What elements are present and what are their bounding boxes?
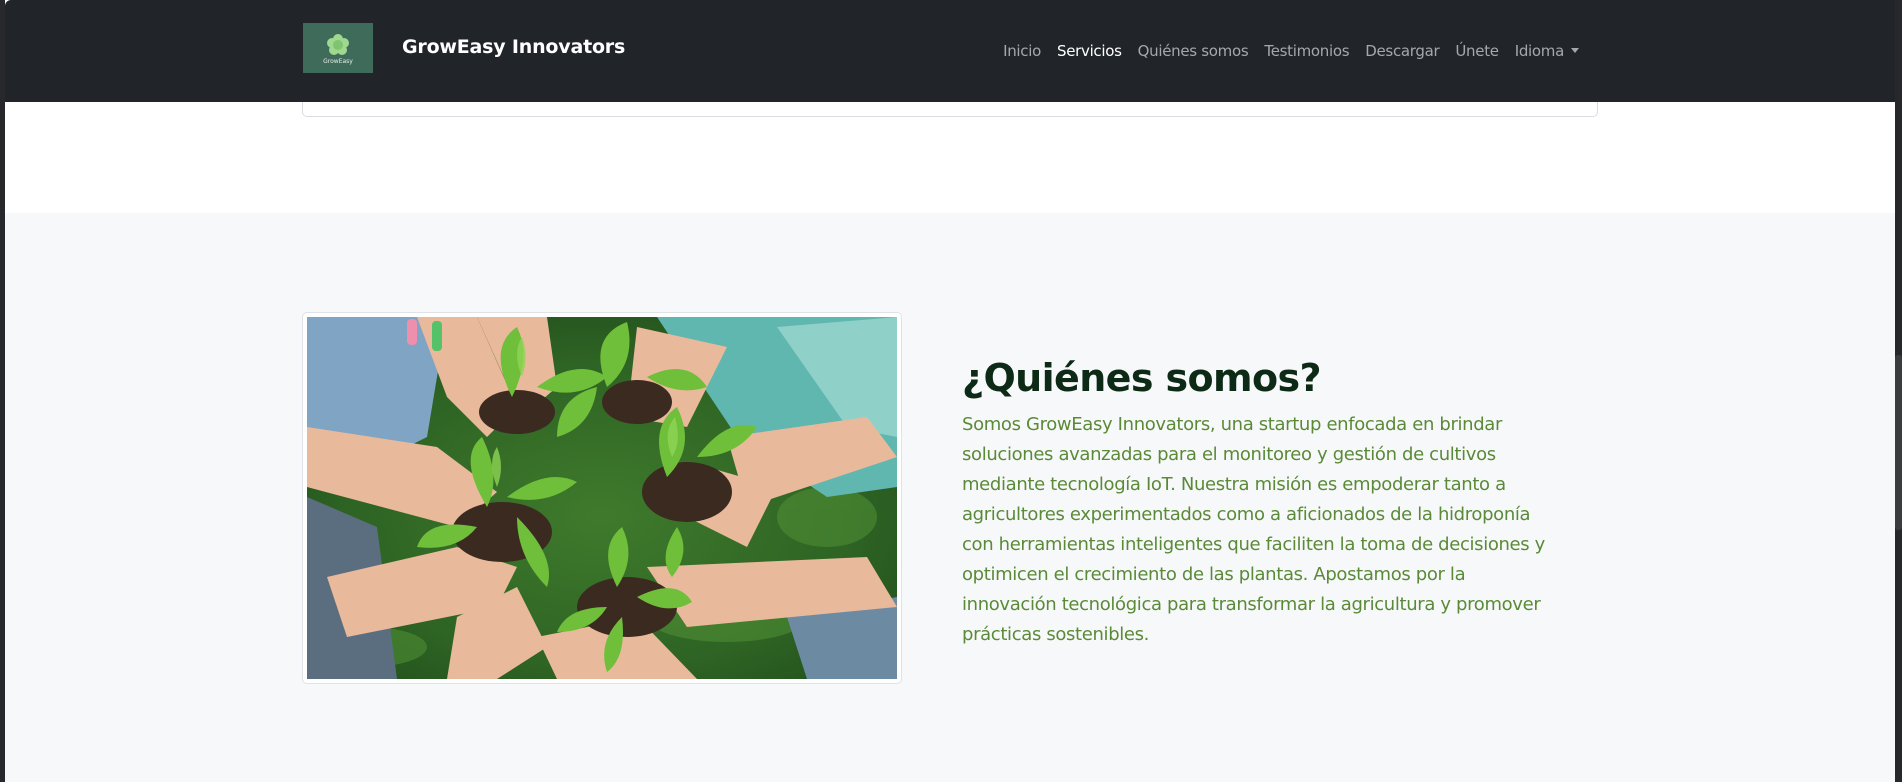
nav-links: Inicio Servicios Quiénes somos Testimoni… [987, 42, 1579, 60]
nav-link-testimonios[interactable]: Testimonios [1264, 42, 1349, 60]
about-section: ¿Quiénes somos? Somos GrowEasy Innovator… [962, 356, 1562, 650]
about-body: Somos GrowEasy Innovators, una startup e… [962, 414, 1545, 645]
brand-name[interactable]: GrowEasy Innovators [402, 36, 625, 58]
nav-link-servicios[interactable]: Servicios [1057, 42, 1122, 60]
nav-dropdown-idioma-label: Idioma [1514, 42, 1565, 60]
about-image [302, 312, 902, 684]
flower-logo-icon [327, 34, 349, 55]
logo-text: GrowEasy [323, 58, 353, 65]
page: GrowEasy GrowEasy Innovators Inicio Serv… [5, 0, 1895, 782]
nav-link-descargar[interactable]: Descargar [1365, 42, 1439, 60]
about-title: ¿Quiénes somos? [962, 356, 1322, 400]
nav-link-unete[interactable]: Únete [1455, 42, 1499, 60]
brand-logo[interactable]: GrowEasy [303, 23, 373, 73]
nav-link-inicio[interactable]: Inicio [1003, 42, 1041, 60]
navbar: GrowEasy GrowEasy Innovators Inicio Serv… [5, 0, 1895, 102]
scrollbar-thumb[interactable] [1895, 355, 1902, 530]
nav-link-quienes-somos[interactable]: Quiénes somos [1138, 42, 1249, 60]
caret-down-icon [1571, 48, 1579, 53]
nav-dropdown-idioma[interactable]: Idioma [1515, 42, 1579, 60]
hands-holding-seedlings-photo [307, 317, 897, 679]
